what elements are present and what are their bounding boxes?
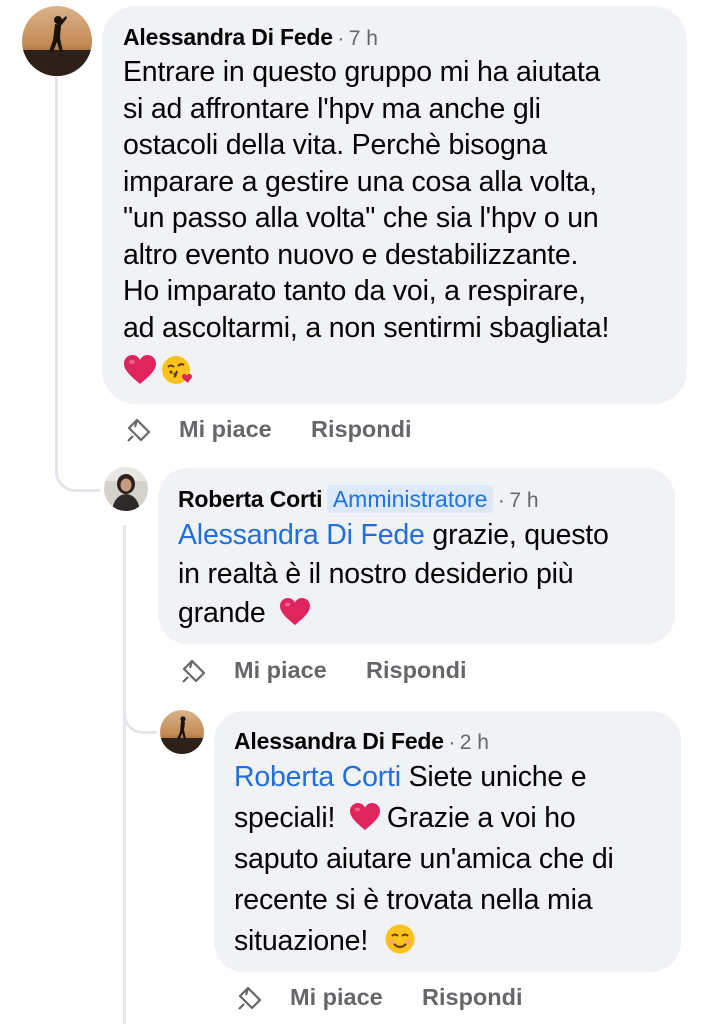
reply-text-segment: Grazie a voi ho [386,802,576,834]
comment-line: Ho imparato tanto da voi, a respirare, [123,275,586,307]
comment-actions: Mi piace Rispondi [123,414,443,448]
timestamp[interactable]: 2 h [460,731,489,754]
reply-button[interactable]: Rispondi [366,655,467,685]
reply-header: Alessandra Di Fede · 2 h [234,726,489,760]
reply-line: Alessandra Di Fede grazie, questo [178,516,609,555]
like-button[interactable]: Mi piace [179,414,272,444]
separator: · [497,489,505,512]
reply-actions: Mi piace Rispondi [178,655,498,689]
reply-text-segment: grazie, questo [424,519,609,551]
avatar[interactable] [104,467,148,511]
mention-link[interactable]: Alessandra Di Fede [178,519,425,551]
reply-line: in realtà è il nostro desiderio più [178,558,574,590]
comment-line: ad ascoltarmi, a non sentirmi sbagliata! [123,311,610,344]
reply-actions: Mi piace Rispondi [234,982,554,1016]
thread-line-reply-curve [123,712,157,734]
reply-line: recente si è trovata nella mia [234,884,593,916]
mention-link[interactable]: Roberta Corti [234,761,401,793]
reply-header: Roberta Corti Amministratore · 7 h [178,484,539,518]
red-heart-emoji-icon [124,355,156,384]
reply-text-segment: grande [178,597,266,629]
reply-line: Roberta Corti Siete uniche e [234,757,614,798]
like-button[interactable]: Mi piace [290,982,383,1012]
reply-text-segment: speciali! [234,802,336,834]
reply-line: speciali! Grazie a voi ho [234,798,614,839]
smiling-face-emoji-icon [385,924,415,954]
separator: · [337,27,345,50]
like-button[interactable]: Mi piace [234,655,327,685]
reply-button[interactable]: Rispondi [422,982,523,1012]
reply-line: situazione! [234,921,614,962]
like-reaction-icon[interactable] [178,657,208,687]
avatar[interactable] [160,710,204,754]
avatar[interactable] [22,6,92,76]
like-reaction-icon[interactable] [123,416,153,446]
timestamp[interactable]: 7 h [349,27,378,50]
red-heart-emoji-icon [349,802,380,831]
reply-text: Roberta Corti Siete uniche e speciali! G… [234,757,614,962]
timestamp[interactable]: 7 h [509,489,538,512]
author-name[interactable]: Alessandra Di Fede [123,24,333,50]
reply-text-segment: situazione! [234,925,369,957]
comment-line: ostacoli della vita. Perchè bisogna [123,129,547,161]
separator: · [448,731,456,754]
comment-line: "un passo alla volta" che sia l'hpv o un [123,202,599,234]
author-name[interactable]: Roberta Corti [178,486,323,512]
red-heart-emoji-icon [280,597,311,626]
like-reaction-icon[interactable] [234,984,264,1014]
comment-text: Entrare in questo gruppo mi ha aiutata s… [123,54,609,346]
admin-badge[interactable]: Amministratore [326,485,494,513]
reply-text-segment: Siete uniche e [400,761,587,793]
thread-line-main [55,72,58,472]
comment-line: imparare a gestire una cosa alla volta, [123,165,597,198]
reply-text: Alessandra Di Fede grazie, questo in rea… [178,516,609,633]
face-blowing-kiss-emoji-icon [162,356,192,384]
author-name[interactable]: Alessandra Di Fede [234,728,444,754]
reply-line: grande [178,594,609,633]
reply-line: saputo aiutare un'amica che di [234,843,614,875]
thread-line-main-curve [55,470,100,492]
comment-header: Alessandra Di Fede · 7 h [123,22,378,56]
comment-line: si ad affrontare l'hpv ma anche gli [123,92,541,125]
reply-button[interactable]: Rispondi [311,414,412,444]
comment-line: Entrare in questo gruppo mi ha aiutata [123,56,601,88]
comment-line: altro evento nuovo e destabilizzante. [123,238,579,271]
thread-line-reply [123,525,126,1024]
